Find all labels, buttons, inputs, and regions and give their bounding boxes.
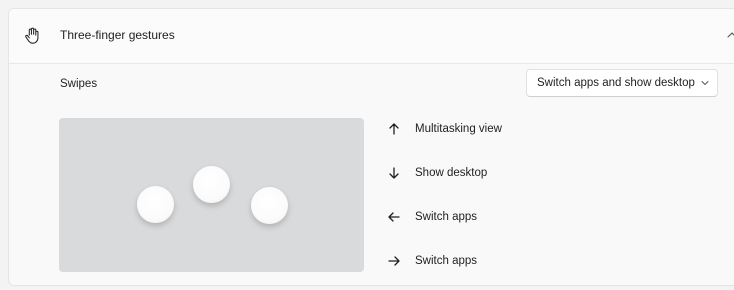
finger-middle xyxy=(193,166,230,203)
finger-right xyxy=(251,187,288,224)
chevron-up-icon[interactable] xyxy=(727,31,734,39)
hand-icon xyxy=(25,27,39,44)
gesture-label: Multitasking view xyxy=(415,123,502,135)
gesture-label: Switch apps xyxy=(415,255,478,267)
swipes-label: Swipes xyxy=(60,78,98,90)
arrow-down-icon xyxy=(389,167,399,179)
arrow-up-icon xyxy=(389,123,399,135)
arrow-left-icon xyxy=(388,212,400,222)
swipes-dropdown[interactable]: Switch apps and show desktop xyxy=(526,69,718,97)
three-finger-gestures-card: Three-finger gestures Swipes Switch apps… xyxy=(8,8,734,286)
three-finger-gestures-header[interactable]: Three-finger gestures xyxy=(9,9,734,64)
gesture-label: Show desktop xyxy=(415,167,488,179)
chevron-down-icon xyxy=(701,81,709,85)
arrow-right-icon xyxy=(388,256,400,266)
gesture-preview-illustration xyxy=(59,118,364,272)
swipes-dropdown-value: Switch apps and show desktop xyxy=(537,77,695,89)
gesture-label: Switch apps xyxy=(415,211,478,223)
section-title: Three-finger gestures xyxy=(60,28,175,42)
finger-left xyxy=(137,186,174,223)
